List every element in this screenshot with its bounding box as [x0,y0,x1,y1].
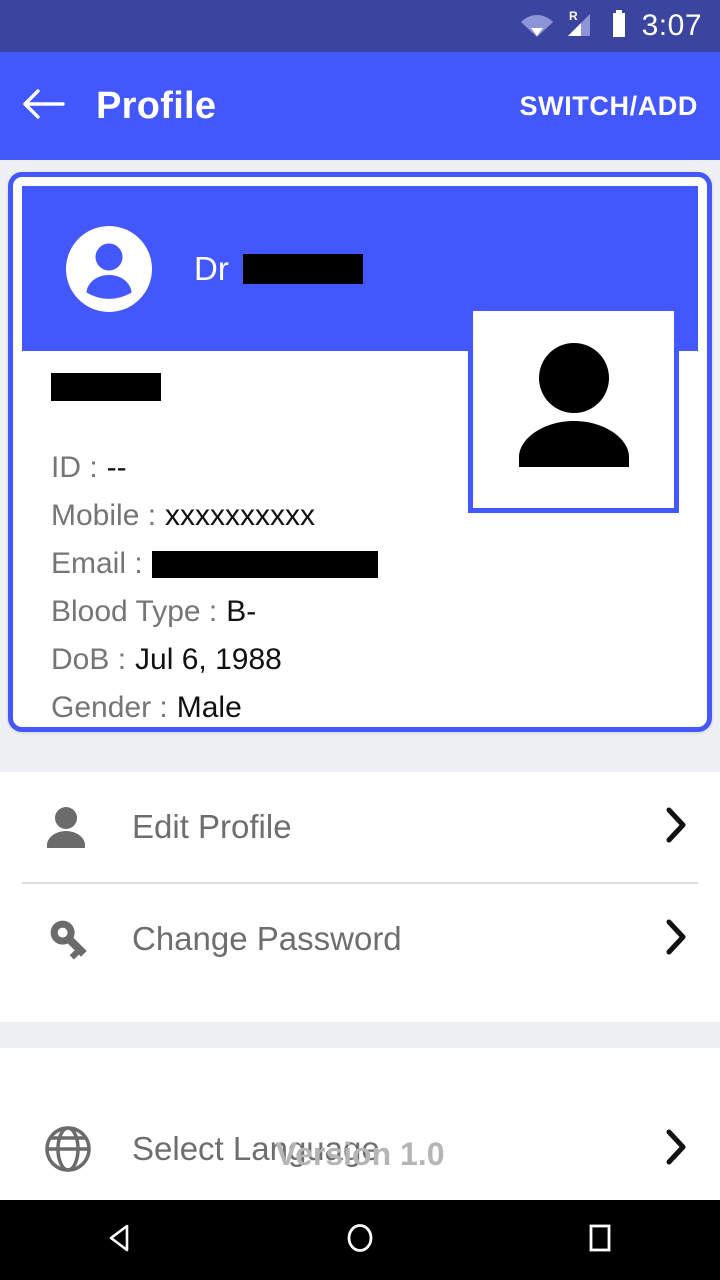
android-navigation-bar [0,1200,720,1280]
switch-add-button[interactable]: SWITCH/ADD [520,91,698,122]
nav-recents-button[interactable] [540,1200,660,1280]
doctor-title-prefix: Dr [194,249,229,287]
doctor-name-row: Dr [194,250,363,288]
page-title: Profile [96,84,217,127]
field-blood-type: Blood Type : B- [51,588,707,636]
status-bar: R 3:07 [0,0,720,52]
wifi-icon [520,11,554,42]
app-bar: Profile SWITCH/ADD [0,52,720,160]
field-blood-type-value: B- [226,595,257,628]
field-email-label: Email : [51,547,143,580]
field-email: Email : [51,540,707,588]
arrow-left-icon [21,87,65,126]
field-mobile-label: Mobile : [51,499,157,532]
status-bar-clock: 3:07 [641,9,702,42]
person-placeholder-icon [499,333,649,486]
chevron-right-icon [664,918,688,961]
field-id-label: ID : [51,451,98,484]
field-mobile-value: xxxxxxxxxx [165,499,316,532]
field-blood-type-label: Blood Type : [51,595,218,628]
key-icon [44,914,100,964]
profile-photo-frame[interactable] [468,306,679,513]
nav-home-button[interactable] [300,1200,420,1280]
cellular-roaming-icon: R [564,9,600,44]
battery-icon [610,9,628,44]
redacted-email-value [151,550,378,578]
field-gender-value: Male [176,691,242,724]
field-id-value: -- [106,451,127,484]
field-gender: Gender : Male [51,684,707,732]
field-gender-label: Gender : [51,691,168,724]
field-dob-value: Jul 6, 1988 [135,643,282,676]
nav-recents-icon [582,1220,618,1261]
nav-home-icon [342,1220,378,1261]
account-circle-icon [66,225,152,312]
nav-back-icon [102,1220,138,1261]
svg-text:R: R [569,9,578,23]
redacted-profile-name [51,373,161,401]
nav-back-button[interactable] [60,1200,180,1280]
menu-item-change-password-label: Change Password [132,920,402,957]
redacted-doctor-name [242,253,363,284]
app-version-label: Version 1.0 [275,1136,445,1172]
profile-card: Dr ID : -- Mobile: xxxxxxxxxx Email: B… [8,172,712,732]
menu-item-change-password[interactable]: Change Password [0,884,720,994]
menu-group-preferences: Select Language [0,1048,720,1200]
field-dob: DoB : Jul 6, 1988 [51,636,707,684]
menu-item-edit-profile[interactable]: Edit Profile [0,772,720,882]
phone-screen: R 3:07 Profile SWITCH/ADD Dr ID: -- Mob… [0,0,720,1280]
menu-item-edit-profile-label: Edit Profile [132,808,292,845]
menu-group-account: Edit Profile Change Password [0,772,720,1022]
back-button[interactable] [0,52,86,160]
person-icon [44,804,100,850]
chevron-right-icon [664,806,688,849]
field-dob-label: DoB : [51,643,127,676]
page-body: Dr ID : -- Mobile: xxxxxxxxxx Email: B… [0,160,720,1200]
